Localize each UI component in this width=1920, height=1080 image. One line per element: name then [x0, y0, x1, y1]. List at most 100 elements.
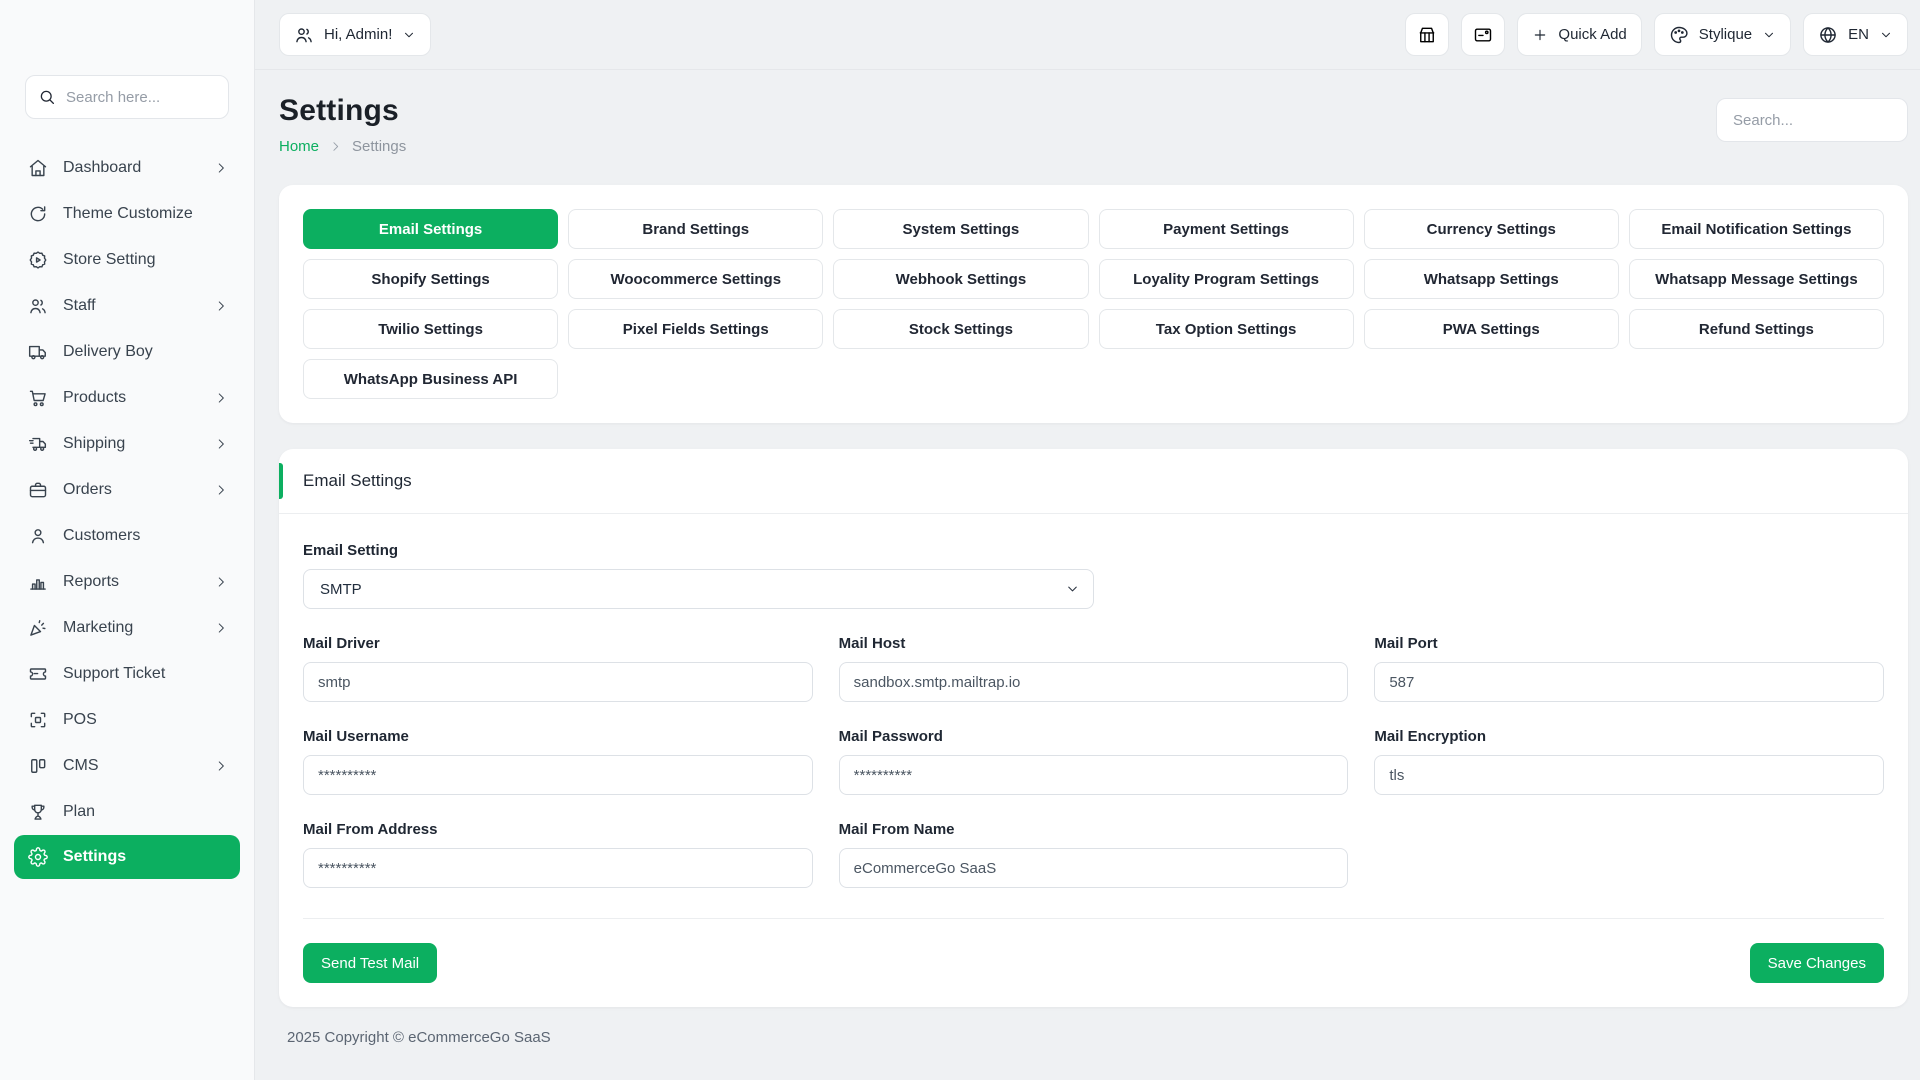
tab-refund-settings[interactable]: Refund Settings: [1629, 309, 1884, 349]
user-menu-button[interactable]: Hi, Admin!: [279, 13, 431, 56]
mail-username-field[interactable]: [303, 755, 813, 795]
sidebar-item-label: Store Setting: [63, 251, 228, 269]
bar-chart-icon: [28, 572, 48, 592]
tab-payment-settings[interactable]: Payment Settings: [1099, 209, 1354, 249]
sidebar-item-reports[interactable]: Reports: [0, 559, 254, 605]
tab-stock-settings[interactable]: Stock Settings: [833, 309, 1088, 349]
panel-header: Email Settings: [279, 449, 1908, 514]
tab-loyality-program-settings[interactable]: Loyality Program Settings: [1099, 259, 1354, 299]
sidebar-item-staff[interactable]: Staff: [0, 283, 254, 329]
media-button[interactable]: [1461, 13, 1505, 56]
mail-port-label: Mail Port: [1374, 635, 1884, 652]
chevron-right-icon: [214, 299, 228, 313]
users-icon: [294, 25, 314, 45]
tab-webhook-settings[interactable]: Webhook Settings: [833, 259, 1088, 299]
send-test-mail-button[interactable]: Send Test Mail: [303, 943, 437, 983]
mail-from-name-field[interactable]: [839, 848, 1349, 888]
tab-system-settings[interactable]: System Settings: [833, 209, 1088, 249]
sidebar-item-cms[interactable]: CMS: [0, 743, 254, 789]
sidebar-item-label: Reports: [63, 573, 199, 591]
user-icon: [28, 526, 48, 546]
chevron-right-icon: [214, 161, 228, 175]
stylique-menu-button[interactable]: Stylique: [1654, 13, 1791, 56]
page-search-input[interactable]: [1716, 98, 1908, 142]
sidebar-item-marketing[interactable]: Marketing: [0, 605, 254, 651]
sidebar-item-support-ticket[interactable]: Support Ticket: [0, 651, 254, 697]
mail-username-group: Mail Username: [303, 728, 813, 795]
user-menu-label: Hi, Admin!: [324, 26, 392, 43]
email-settings-panel: Email Settings Email Setting SMTP Mail D…: [279, 449, 1908, 1007]
tab-pixel-fields-settings[interactable]: Pixel Fields Settings: [568, 309, 823, 349]
tab-whatsapp-settings[interactable]: Whatsapp Settings: [1364, 259, 1619, 299]
save-changes-button[interactable]: Save Changes: [1750, 943, 1884, 983]
page-header: Settings Home Settings: [279, 94, 1908, 155]
breadcrumb-home-link[interactable]: Home: [279, 138, 319, 155]
sidebar-item-theme-customize[interactable]: Theme Customize: [0, 191, 254, 237]
tab-tax-option-settings[interactable]: Tax Option Settings: [1099, 309, 1354, 349]
sidebar-item-label: Orders: [63, 481, 199, 499]
mail-driver-field[interactable]: [303, 662, 813, 702]
sidebar-item-label: Settings: [63, 848, 226, 866]
mail-encryption-field[interactable]: [1374, 755, 1884, 795]
page-footer: 2025 Copyright © eCommerceGo SaaS: [279, 1007, 1908, 1070]
sidebar-item-label: Plan: [63, 803, 228, 821]
sidebar-item-customers[interactable]: Customers: [0, 513, 254, 559]
users-icon: [28, 296, 48, 316]
page-title: Settings: [279, 94, 406, 128]
sidebar: Dashboard Theme Customize Store Setting …: [0, 0, 255, 1080]
sidebar-item-store-setting[interactable]: Store Setting: [0, 237, 254, 283]
tab-pwa-settings[interactable]: PWA Settings: [1364, 309, 1619, 349]
email-setting-select[interactable]: SMTP: [303, 569, 1094, 609]
sidebar-item-label: Staff: [63, 297, 199, 315]
chevron-down-icon: [402, 28, 416, 42]
cms-columns-icon: [28, 756, 48, 776]
sidebar-search-input[interactable]: [66, 89, 216, 106]
tab-woocommerce-settings[interactable]: Woocommerce Settings: [568, 259, 823, 299]
sidebar-item-shipping[interactable]: Shipping: [0, 421, 254, 467]
search-icon: [38, 88, 56, 106]
sidebar-item-plan[interactable]: Plan: [0, 789, 254, 835]
tab-currency-settings[interactable]: Currency Settings: [1364, 209, 1619, 249]
tab-twilio-settings[interactable]: Twilio Settings: [303, 309, 558, 349]
chevron-right-icon: [329, 140, 342, 153]
gear-icon: [28, 847, 48, 867]
language-menu-button[interactable]: EN: [1803, 13, 1908, 56]
sidebar-item-products[interactable]: Products: [0, 375, 254, 421]
sidebar-item-pos[interactable]: POS: [0, 697, 254, 743]
sidebar-item-delivery-boy[interactable]: Delivery Boy: [0, 329, 254, 375]
sidebar-item-dashboard[interactable]: Dashboard: [0, 145, 254, 191]
form-row-3: Mail From Address Mail From Name: [303, 821, 1884, 888]
mail-password-group: Mail Password: [839, 728, 1349, 795]
settings-tabs-grid: Email Settings Brand Settings System Set…: [303, 209, 1884, 399]
mail-host-group: Mail Host: [839, 635, 1349, 702]
form-row-1: Mail Driver Mail Host Mail Port: [303, 635, 1884, 702]
breadcrumb: Home Settings: [279, 138, 406, 155]
tab-shopify-settings[interactable]: Shopify Settings: [303, 259, 558, 299]
tab-email-notification-settings[interactable]: Email Notification Settings: [1629, 209, 1884, 249]
sidebar-item-label: Shipping: [63, 435, 199, 453]
sidebar-item-label: Theme Customize: [63, 205, 228, 223]
tab-whatsapp-business-api[interactable]: WhatsApp Business API: [303, 359, 558, 399]
theme-icon: [28, 204, 48, 224]
tab-brand-settings[interactable]: Brand Settings: [568, 209, 823, 249]
sidebar-item-orders[interactable]: Orders: [0, 467, 254, 513]
plus-icon: [1532, 27, 1548, 43]
storefront-button[interactable]: [1405, 13, 1449, 56]
quick-add-button[interactable]: Quick Add: [1517, 13, 1641, 56]
mail-port-field[interactable]: [1374, 662, 1884, 702]
mail-from-address-field[interactable]: [303, 848, 813, 888]
tab-email-settings[interactable]: Email Settings: [303, 209, 558, 249]
form-row-2: Mail Username Mail Password Mail Encrypt…: [303, 728, 1884, 795]
ticket-icon: [28, 664, 48, 684]
mail-username-label: Mail Username: [303, 728, 813, 745]
mail-driver-label: Mail Driver: [303, 635, 813, 652]
tab-whatsapp-message-settings[interactable]: Whatsapp Message Settings: [1629, 259, 1884, 299]
globe-icon: [1818, 25, 1838, 45]
mail-password-label: Mail Password: [839, 728, 1349, 745]
mail-host-field[interactable]: [839, 662, 1349, 702]
app-root: Dashboard Theme Customize Store Setting …: [0, 0, 1920, 1080]
mail-password-field[interactable]: [839, 755, 1349, 795]
home-icon: [28, 158, 48, 178]
sidebar-item-settings[interactable]: Settings: [14, 835, 240, 879]
sidebar-search[interactable]: [25, 75, 229, 119]
